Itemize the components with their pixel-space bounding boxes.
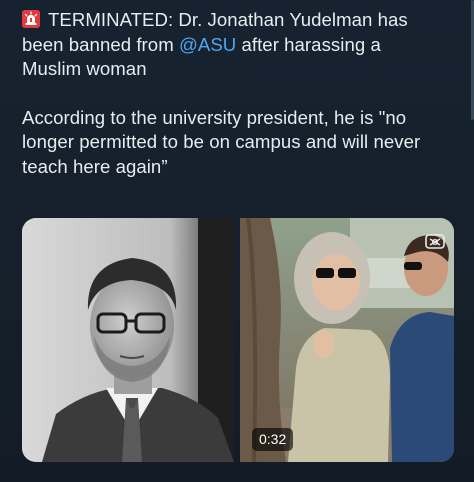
tweet-line-5: longer permitted to be on campus and wil… (22, 131, 421, 152)
tweet-line-6: teach here again” (22, 155, 168, 177)
video-duration-badge: 0:32 (252, 428, 294, 451)
video-illustration (240, 218, 454, 462)
tweet-screenshot: TERMINATED: Dr. Jonathan Yudelman has be… (0, 0, 474, 482)
siren-icon (22, 10, 40, 28)
tweet-text-line: been banned from (22, 33, 179, 55)
mention-link-asu[interactable]: @ASU (179, 34, 236, 55)
tweet-line-1: TERMINATED: Dr. Jonathan Yudelman has (22, 8, 462, 33)
tweet-line-3: Muslim woman (22, 58, 147, 79)
media-gallery: 0:32 (22, 218, 454, 462)
tweet-line-2: been banned from @ASU after harassing a (22, 33, 462, 58)
portrait-photo[interactable] (22, 218, 234, 462)
portrait-illustration (22, 218, 234, 462)
gif-badge-icon[interactable] (424, 230, 446, 252)
tweet-text-line: after harassing a (236, 33, 381, 55)
tweet-text-line: TERMINATED: Dr. Jonathan Yudelman has (48, 9, 408, 30)
video-thumbnail[interactable]: 0:32 (240, 218, 454, 462)
tweet-text: TERMINATED: Dr. Jonathan Yudelman has be… (22, 8, 462, 179)
tweet-line-4: According to the university president, h… (22, 106, 407, 128)
